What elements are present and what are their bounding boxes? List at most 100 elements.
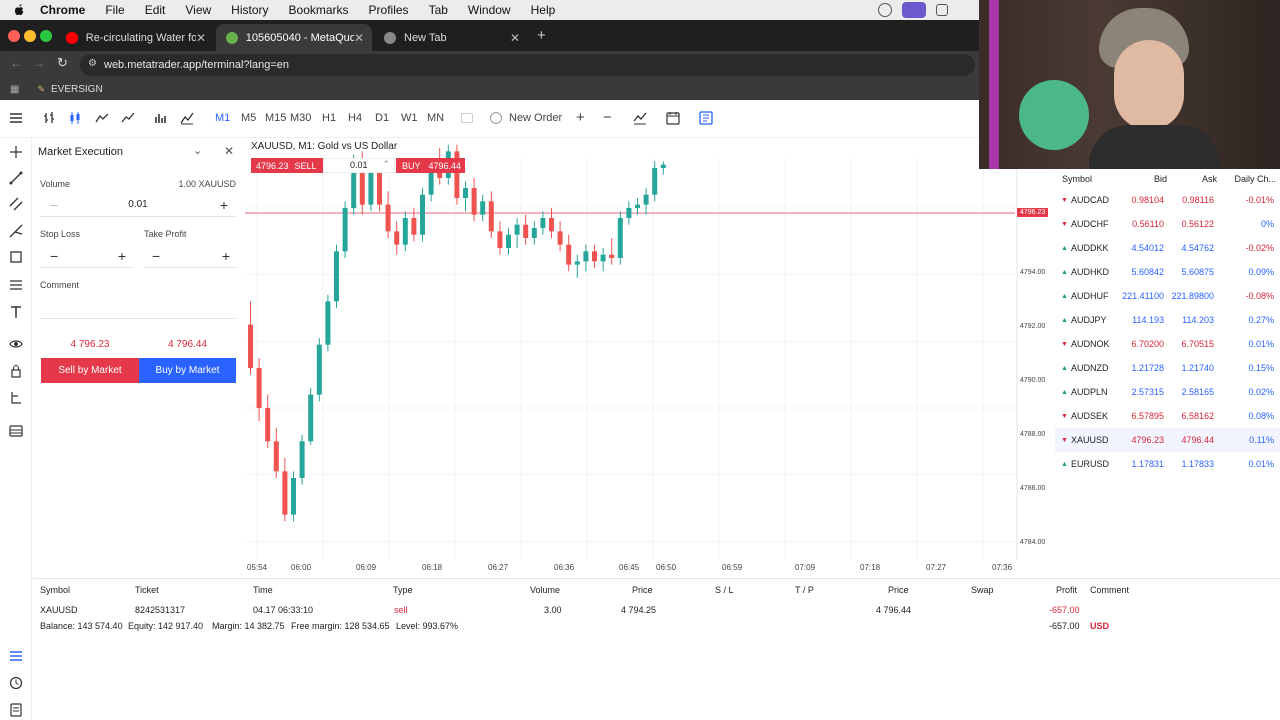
window-minimize-button[interactable] <box>24 30 36 42</box>
close-panel-icon[interactable]: ✕ <box>224 144 234 158</box>
eye-icon[interactable] <box>9 337 23 351</box>
col-volume[interactable]: Volume <box>530 585 560 595</box>
lot-up-icon[interactable]: ⌃ <box>382 159 390 170</box>
layers-icon[interactable] <box>9 424 23 438</box>
volume-stepper[interactable]: − 0.01 + <box>40 193 236 217</box>
take-profit-stepper[interactable]: − + <box>144 244 236 268</box>
apple-icon[interactable] <box>12 3 26 17</box>
menu-tab[interactable]: Tab <box>419 3 458 17</box>
pitchfork-icon[interactable] <box>9 224 23 238</box>
col-take-profit[interactable]: T / P <box>795 585 814 595</box>
col-time[interactable]: Time <box>253 585 273 595</box>
candlestick-chart-type-icon[interactable] <box>68 111 82 125</box>
zoom-out-icon[interactable]: − <box>603 109 612 126</box>
timeframe-m1[interactable]: M1 <box>215 112 230 124</box>
reload-icon[interactable]: ↻ <box>57 55 68 71</box>
bookmark-eversign[interactable]: EVERSIGN <box>51 84 103 95</box>
stop-loss-increase-icon[interactable]: + <box>118 248 126 264</box>
layout-icon[interactable] <box>699 111 713 125</box>
watch-row-audchf[interactable]: ▼ AUDCHF 0.56110 0.56122 0% <box>1055 212 1280 236</box>
lock-icon[interactable] <box>9 364 23 378</box>
timeframe-w1[interactable]: W1 <box>401 112 418 124</box>
menu-profiles[interactable]: Profiles <box>359 3 419 17</box>
volume-value[interactable]: 0.01 <box>40 199 236 210</box>
col-profit[interactable]: Profit <box>1056 585 1077 595</box>
order-type-chevron-icon[interactable]: ⌄ <box>193 144 202 157</box>
watch-row-xauusd[interactable]: ▼ XAUUSD 4796.23 4796.44 0.11% <box>1055 428 1280 452</box>
trade-list-icon[interactable] <box>9 649 23 663</box>
table-row[interactable]: XAUUSD 8242531317 04.17 06:33:10 sell 3.… <box>33 599 1280 619</box>
watch-header-symbol[interactable]: Symbol <box>1062 174 1092 184</box>
col-ticket[interactable]: Ticket <box>135 585 159 595</box>
col-type[interactable]: Type <box>393 585 413 595</box>
watch-row-audnok[interactable]: ▼ AUDNOK 6.70200 6.70515 0.01% <box>1055 332 1280 356</box>
chart-trade-icon[interactable] <box>633 111 647 125</box>
stop-loss-decrease-icon[interactable]: − <box>50 248 58 264</box>
line-chart-type-icon[interactable] <box>95 111 109 125</box>
volume-increase-icon[interactable]: + <box>220 197 228 213</box>
oscillators-icon[interactable] <box>180 111 194 125</box>
screen-record-icon[interactable] <box>902 2 926 18</box>
col-stop-loss[interactable]: S / L <box>715 585 734 595</box>
fibonacci-icon[interactable] <box>9 278 23 292</box>
new-tab-plus-icon[interactable]: + <box>537 27 546 44</box>
close-tab-icon[interactable]: ✕ <box>510 31 520 45</box>
price-chart[interactable]: XAUUSD, M1: Gold vs US Dollar 4796.23 SE… <box>245 138 1055 578</box>
text-tool-icon[interactable] <box>9 305 23 319</box>
watch-header-ask[interactable]: Ask <box>1202 174 1217 184</box>
timeframe-h1[interactable]: H1 <box>322 112 336 124</box>
close-tab-icon[interactable]: ✕ <box>354 31 364 45</box>
apps-grid-icon[interactable]: ▦ <box>10 84 19 95</box>
channel-icon[interactable] <box>9 197 23 211</box>
one-click-lot-field[interactable]: 0.01 ⌃ <box>323 158 395 173</box>
close-tab-icon[interactable]: ✕ <box>196 31 206 45</box>
history-icon[interactable] <box>9 676 23 690</box>
stop-loss-stepper[interactable]: − + <box>40 244 132 268</box>
trendline-icon[interactable] <box>9 171 23 185</box>
watch-row-eurusd[interactable]: ▲ EURUSD 1.17831 1.17833 0.01% <box>1055 452 1280 476</box>
shapes-icon[interactable] <box>9 250 23 264</box>
back-arrow-icon[interactable]: ← <box>10 56 22 70</box>
col-symbol[interactable]: Symbol <box>40 585 70 595</box>
comment-input[interactable] <box>40 295 236 319</box>
camera-icon[interactable] <box>936 4 948 16</box>
tab-new-tab[interactable]: New Tab ✕ <box>374 24 528 51</box>
watch-row-audcad[interactable]: ▼ AUDCAD 0.98104 0.98116 -0.01% <box>1055 188 1280 212</box>
new-order-button[interactable]: New Order <box>509 112 562 124</box>
menu-view[interactable]: View <box>175 3 221 17</box>
bar-chart-type-icon[interactable] <box>42 111 56 125</box>
take-profit-increase-icon[interactable]: + <box>222 248 230 264</box>
timeframe-m5[interactable]: M5 <box>241 112 256 124</box>
area-chart-type-icon[interactable] <box>121 111 135 125</box>
timeframe-h4[interactable]: H4 <box>348 112 362 124</box>
col-current-price[interactable]: Price <box>888 585 909 595</box>
buy-by-market-button[interactable]: Buy by Market <box>139 358 236 383</box>
watch-row-audhkd[interactable]: ▲ AUDHKD 5.60842 5.60875 0.09% <box>1055 260 1280 284</box>
objects-tree-icon[interactable] <box>9 391 23 405</box>
watch-row-audnzd[interactable]: ▲ AUDNZD 1.21728 1.21740 0.15% <box>1055 356 1280 380</box>
menu-window[interactable]: Window <box>458 3 521 17</box>
one-click-trading-icon[interactable] <box>461 113 473 123</box>
control-center-icon[interactable] <box>878 3 892 17</box>
col-swap[interactable]: Swap <box>971 585 994 595</box>
crosshair-icon[interactable] <box>9 145 23 159</box>
window-close-button[interactable] <box>8 30 20 42</box>
one-click-sell-button[interactable]: 4796.23 SELL <box>251 158 323 173</box>
col-price[interactable]: Price <box>632 585 653 595</box>
one-click-buy-button[interactable]: BUY 4796.44 <box>396 158 465 173</box>
watch-row-audsek[interactable]: ▼ AUDSEK 6.57895 6.58162 0.08% <box>1055 404 1280 428</box>
watch-row-audpln[interactable]: ▲ AUDPLN 2.57315 2.58165 0.02% <box>1055 380 1280 404</box>
zoom-in-icon[interactable]: + <box>576 109 585 126</box>
tab-metaquotes[interactable]: 105605040 - MetaQuotes-De ✕ <box>216 24 372 51</box>
site-settings-icon[interactable]: ⚙ <box>88 58 97 69</box>
watch-row-audhuf[interactable]: ▲ AUDHUF 221.41100 221.89800 -0.08% <box>1055 284 1280 308</box>
menu-help[interactable]: Help <box>521 3 566 17</box>
sell-by-market-button[interactable]: Sell by Market <box>41 358 139 383</box>
one-click-lot-value[interactable]: 0.01 <box>350 160 368 170</box>
menu-bookmarks[interactable]: Bookmarks <box>279 3 359 17</box>
window-zoom-button[interactable] <box>40 30 52 42</box>
col-comment[interactable]: Comment <box>1090 585 1129 595</box>
menu-edit[interactable]: Edit <box>135 3 176 17</box>
timeframe-m30[interactable]: M30 <box>290 112 311 124</box>
indicators-icon[interactable] <box>154 111 168 125</box>
